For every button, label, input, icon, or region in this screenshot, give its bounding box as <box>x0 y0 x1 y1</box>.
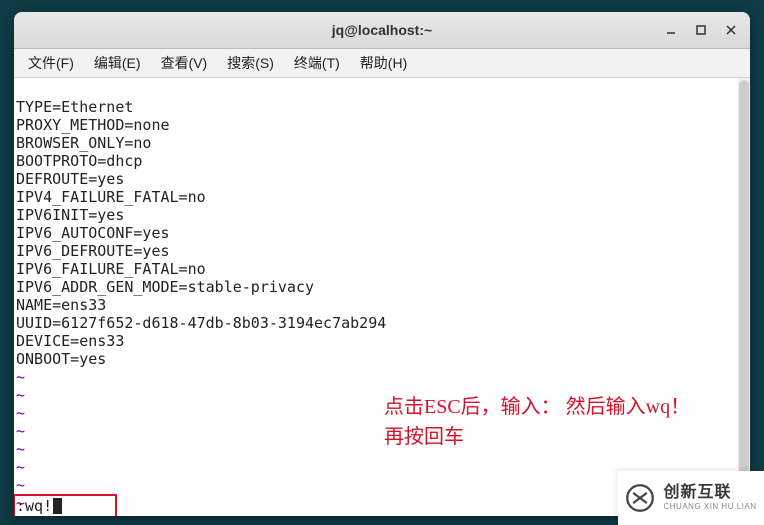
menu-help[interactable]: 帮助(H) <box>350 50 417 76</box>
file-line: NAME=ens33 <box>16 296 106 314</box>
vim-tilde: ~ <box>16 386 25 404</box>
menu-file[interactable]: 文件(F) <box>18 50 84 76</box>
titlebar: jq@localhost:~ <box>14 12 750 49</box>
file-line: BOOTPROTO=dhcp <box>16 152 142 170</box>
file-line: IPV6_DEFROUTE=yes <box>16 242 170 260</box>
file-line: IPV4_FAILURE_FATAL=no <box>16 188 206 206</box>
file-line: PROXY_METHOD=none <box>16 116 170 134</box>
menu-view[interactable]: 查看(V) <box>151 50 218 76</box>
file-line: UUID=6127f652-d618-47db-8b03-3194ec7ab29… <box>16 314 386 332</box>
vim-command-text: :wq! <box>16 497 52 515</box>
menu-edit[interactable]: 编辑(E) <box>84 50 151 76</box>
terminal-content: TYPE=Ethernet PROXY_METHOD=none BROWSER_… <box>16 80 738 516</box>
close-button[interactable] <box>716 15 746 45</box>
watermark-en: CHUANG XIN HU LIAN <box>663 503 756 511</box>
maximize-button[interactable] <box>686 15 716 45</box>
minimize-button[interactable] <box>656 15 686 45</box>
file-line: IPV6INIT=yes <box>16 206 124 224</box>
window-controls <box>656 12 746 48</box>
vim-tilde: ~ <box>16 458 25 476</box>
file-line: DEFROUTE=yes <box>16 170 124 188</box>
vim-tilde: ~ <box>16 440 25 458</box>
scrollbar[interactable] <box>738 78 750 516</box>
file-line: DEVICE=ens33 <box>16 332 124 350</box>
vim-tilde: ~ <box>16 368 25 386</box>
file-line: IPV6_AUTOCONF=yes <box>16 224 170 242</box>
vim-command-line[interactable]: :wq! <box>16 497 62 515</box>
watermark-logo-icon <box>625 483 655 513</box>
cursor-icon <box>53 498 62 514</box>
menubar: 文件(F) 编辑(E) 查看(V) 搜索(S) 终端(T) 帮助(H) <box>14 49 750 78</box>
file-line: TYPE=Ethernet <box>16 98 133 116</box>
watermark: 创新互联 CHUANG XIN HU LIAN <box>618 471 764 525</box>
watermark-text: 创新互联 CHUANG XIN HU LIAN <box>663 485 756 511</box>
watermark-cn: 创新互联 <box>663 485 756 501</box>
vim-tilde: ~ <box>16 422 25 440</box>
vim-tilde: ~ <box>16 476 25 494</box>
file-line: IPV6_FAILURE_FATAL=no <box>16 260 206 278</box>
menu-search[interactable]: 搜索(S) <box>217 50 284 76</box>
terminal-window: jq@localhost:~ 文件(F) 编辑(E) 查看(V) 搜索(S) 终… <box>14 12 750 516</box>
file-line: BROWSER_ONLY=no <box>16 134 151 152</box>
window-title: jq@localhost:~ <box>14 22 750 38</box>
file-line: IPV6_ADDR_GEN_MODE=stable-privacy <box>16 278 314 296</box>
file-line: ONBOOT=yes <box>16 350 106 368</box>
menu-terminal[interactable]: 终端(T) <box>284 50 350 76</box>
scrollbar-thumb[interactable] <box>739 80 749 500</box>
terminal-area[interactable]: TYPE=Ethernet PROXY_METHOD=none BROWSER_… <box>14 78 750 516</box>
vim-tilde: ~ <box>16 404 25 422</box>
